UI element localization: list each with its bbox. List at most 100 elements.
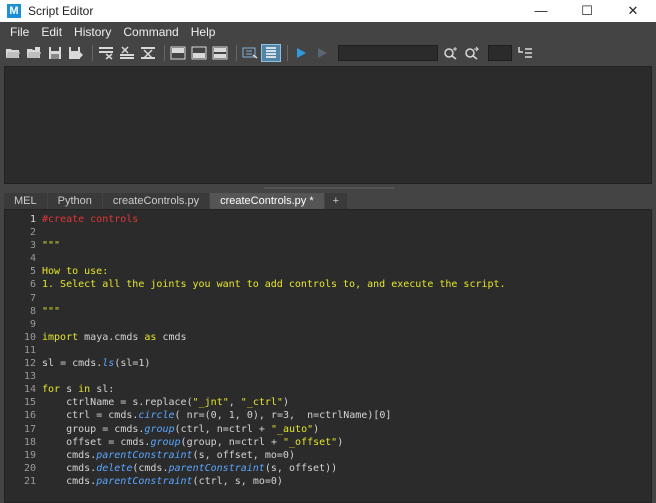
code-line[interactable]: 2 xyxy=(5,226,651,239)
code-text: #create controls xyxy=(42,214,139,225)
code-line[interactable]: 1 #create controls xyxy=(5,213,651,226)
menu-edit[interactable]: Edit xyxy=(35,25,68,39)
show-history-icon[interactable] xyxy=(169,45,187,61)
code-text: cmds.parentConstraint(s, offset, mo=0) xyxy=(66,449,295,461)
code-line[interactable]: 13 xyxy=(5,370,651,383)
code-text: cmds.parentConstraint(ctrl, s, mo=0) xyxy=(66,475,283,487)
clear-history-icon[interactable] xyxy=(97,45,115,61)
clear-all-icon[interactable] xyxy=(139,45,157,61)
splitter-grip[interactable] xyxy=(264,187,394,189)
source-script-icon[interactable] xyxy=(25,45,43,61)
code-line[interactable]: 4 xyxy=(5,252,651,265)
line-number: 18 xyxy=(23,436,36,448)
search-next-icon[interactable] xyxy=(463,45,481,61)
code-area[interactable]: 1 #create controls 2 3 """ 4 5 How to use: 6 1. S… xyxy=(5,213,651,488)
line-number: 4 xyxy=(29,253,36,265)
code-line[interactable]: 6 1. Select all the joints you want to ad… xyxy=(5,278,651,291)
echo-all-commands-icon[interactable] xyxy=(241,45,259,61)
line-number: 9 xyxy=(29,318,36,330)
code-line[interactable]: 5 How to use: xyxy=(5,265,651,278)
line-number: 20 xyxy=(23,462,36,474)
code-line[interactable]: 21 cmds.parentConstraint(ctrl, s, mo=0) xyxy=(5,475,651,488)
code-line[interactable]: 20 cmds.delete(cmds.parentConstraint(s, … xyxy=(5,462,651,475)
clear-input-icon[interactable] xyxy=(118,45,136,61)
search-icon[interactable] xyxy=(442,45,460,61)
add-tab-button[interactable]: + xyxy=(324,193,348,209)
save-to-shelf-icon[interactable] xyxy=(67,45,85,61)
menu-file[interactable]: File xyxy=(4,25,35,39)
line-number: 16 xyxy=(23,410,36,422)
history-pane[interactable] xyxy=(4,66,652,184)
toolbar-separator xyxy=(164,45,165,61)
menu-help[interactable]: Help xyxy=(185,25,222,39)
code-line[interactable]: 7 xyxy=(5,292,651,305)
code-text: 1. Select all the joints you want to add… xyxy=(42,279,506,291)
code-line[interactable]: 15 ctrlName = s.replace("_jnt", "_ctrl") xyxy=(5,396,651,409)
line-number: 7 xyxy=(29,292,36,304)
save-script-icon[interactable] xyxy=(46,45,64,61)
line-number: 13 xyxy=(23,371,36,383)
goto-line-icon[interactable] xyxy=(516,45,534,61)
code-line[interactable]: 18 offset = cmds.group(group, n=ctrl + "… xyxy=(5,436,651,449)
code-text: for s in sl: xyxy=(42,384,115,396)
toolbar xyxy=(0,42,656,64)
search-field[interactable] xyxy=(338,45,438,61)
line-number: 2 xyxy=(29,227,36,239)
toolbar-separator xyxy=(92,45,93,61)
code-text: cmds.delete(cmds.parentConstraint(s, off… xyxy=(66,462,338,474)
execute-all-icon[interactable] xyxy=(292,45,310,61)
script-input-editor[interactable]: 1 #create controls 2 3 """ 4 5 How to use: 6 1. S… xyxy=(4,209,652,503)
tab-createcontrols[interactable]: createControls.py xyxy=(102,193,210,209)
show-both-icon[interactable] xyxy=(211,45,229,61)
code-line[interactable]: 17 group = cmds.group(ctrl, n=ctrl + "_a… xyxy=(5,423,651,436)
execute-selected-icon[interactable] xyxy=(313,45,331,61)
code-text: sl = cmds.ls(sl=1) xyxy=(42,358,151,370)
toolbar-separator xyxy=(236,45,237,61)
goto-line-field[interactable] xyxy=(488,45,512,61)
code-line[interactable]: 8 """ xyxy=(5,305,651,318)
menu-bar: File Edit History Command Help xyxy=(0,22,656,42)
code-line[interactable]: 12 sl = cmds.ls(sl=1) xyxy=(5,357,651,370)
show-input-icon[interactable] xyxy=(190,45,208,61)
tab-mel[interactable]: MEL xyxy=(4,193,47,209)
line-number: 19 xyxy=(23,449,36,461)
window-title: Script Editor xyxy=(28,4,94,18)
minimize-button[interactable]: — xyxy=(518,0,564,22)
line-number: 6 xyxy=(29,279,36,291)
line-number: 10 xyxy=(23,331,36,343)
code-text: ctrl = cmds.circle( nr=(0, 1, 0), r=3, n… xyxy=(66,410,392,422)
open-script-icon[interactable] xyxy=(4,45,22,61)
code-line[interactable]: 11 xyxy=(5,344,651,357)
tab-python[interactable]: Python xyxy=(47,193,102,209)
code-text: ctrlName = s.replace("_jnt", "_ctrl") xyxy=(66,397,289,409)
close-button[interactable]: ✕ xyxy=(610,0,656,22)
line-number: 12 xyxy=(23,358,36,370)
menu-command[interactable]: Command xyxy=(117,25,184,39)
line-number: 1 xyxy=(29,214,36,225)
line-number: 14 xyxy=(23,384,36,396)
maya-logo-icon: M xyxy=(7,4,21,18)
show-line-numbers-icon[interactable] xyxy=(261,44,281,62)
script-tabs: MEL Python createControls.py createContr… xyxy=(4,192,652,209)
tab-createcontrols-modified[interactable]: createControls.py * xyxy=(210,193,324,209)
code-line[interactable]: 9 xyxy=(5,318,651,331)
pane-splitter[interactable] xyxy=(4,184,652,192)
code-text: How to use: xyxy=(42,266,109,278)
line-number: 11 xyxy=(23,344,36,356)
maximize-button[interactable]: ☐ xyxy=(564,0,610,22)
line-number: 5 xyxy=(29,266,36,278)
code-line[interactable]: 3 """ xyxy=(5,239,651,252)
code-line[interactable]: 16 ctrl = cmds.circle( nr=(0, 1, 0), r=3… xyxy=(5,409,651,422)
code-line[interactable]: 14 for s in sl: xyxy=(5,383,651,396)
title-bar: M Script Editor — ☐ ✕ xyxy=(0,0,656,22)
line-number: 15 xyxy=(23,397,36,409)
code-line[interactable]: 10 import maya.cmds as cmds xyxy=(5,331,651,344)
line-number: 8 xyxy=(29,305,36,317)
code-line[interactable]: 19 cmds.parentConstraint(s, offset, mo=0… xyxy=(5,449,651,462)
menu-history[interactable]: History xyxy=(68,25,117,39)
